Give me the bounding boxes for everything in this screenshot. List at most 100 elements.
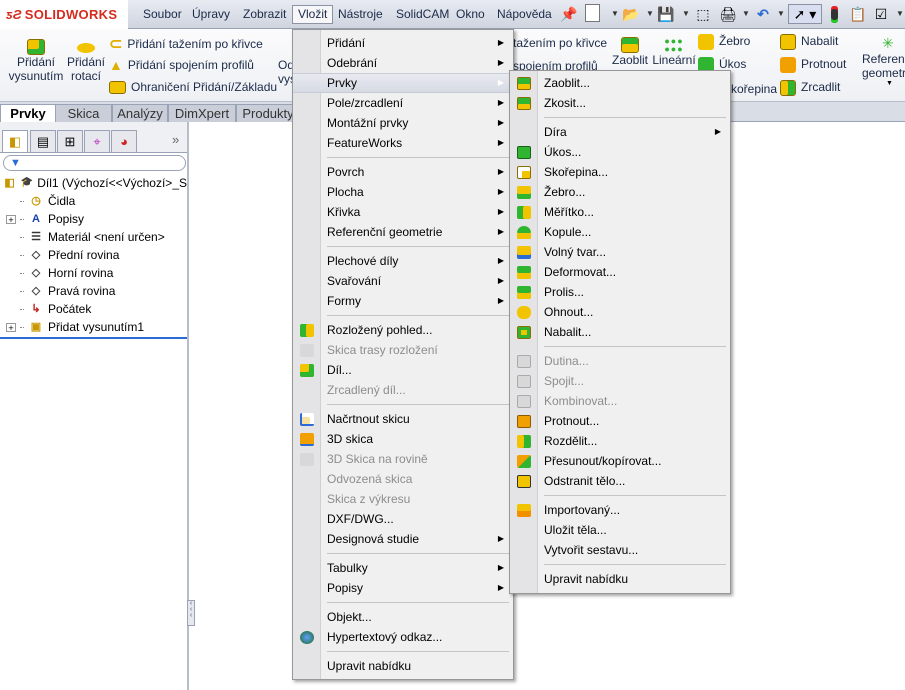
configuration-manager-icon[interactable]: ⊞: [57, 130, 83, 152]
tree-item[interactable]: ☰ Materiál <není určen>: [0, 228, 187, 246]
chevron-down-icon[interactable]: ▼: [611, 9, 619, 18]
sweep-boss-button[interactable]: ⊂ Přidání tažením po křivce: [109, 34, 263, 54]
3d-view-icon[interactable]: ⬚: [692, 4, 714, 24]
menu-item[interactable]: Designová studie ▶: [293, 529, 513, 549]
menu-nastroje[interactable]: Nástroje: [333, 5, 388, 24]
new-document-icon[interactable]: [585, 4, 600, 22]
save-icon[interactable]: 💾: [655, 4, 677, 24]
undo-icon[interactable]: ↶: [752, 4, 774, 24]
menu-item[interactable]: 3D skica: [293, 429, 513, 449]
menu-zobrazit[interactable]: Zobrazit: [238, 5, 291, 24]
menu-item[interactable]: Referenční geometrie ▶: [293, 222, 513, 242]
rebuild-icon[interactable]: [823, 4, 845, 24]
print-icon[interactable]: 🖨: [717, 4, 739, 24]
tree-item[interactable]: + A Popisy: [0, 210, 187, 228]
menu-item[interactable]: Úkos...: [510, 142, 730, 162]
menu-item[interactable]: Ohnout...: [510, 302, 730, 322]
boundary-boss-button[interactable]: Ohraničení Přidání/Základu: [109, 80, 277, 94]
menu-item[interactable]: Tabulky ▶: [293, 558, 513, 578]
menu-item[interactable]: Zkosit...: [510, 93, 730, 113]
menu-item[interactable]: Deformovat...: [510, 262, 730, 282]
menu-item[interactable]: Nabalit...: [510, 322, 730, 342]
solidworks-logo[interactable]: ƽƧ SOLIDWORKS: [0, 0, 128, 29]
tab-prvky[interactable]: Prvky: [0, 104, 56, 123]
tree-filter-input[interactable]: ▼: [3, 155, 186, 171]
chevron-down-icon[interactable]: ▼: [742, 9, 750, 18]
menu-item[interactable]: Objekt...: [293, 607, 513, 627]
menu-solidcam[interactable]: SolidCAM: [391, 5, 454, 24]
fillet-button[interactable]: Zaoblit: [608, 37, 652, 67]
menu-item[interactable]: Žebro...: [510, 182, 730, 202]
menu-item[interactable]: Přidání ▶: [293, 33, 513, 53]
menu-item[interactable]: Formy ▶: [293, 291, 513, 311]
menu-item[interactable]: Skořepina...: [510, 162, 730, 182]
menu-upravy[interactable]: Úpravy: [187, 5, 235, 24]
menu-item[interactable]: Zaoblit...: [510, 73, 730, 93]
tab-skica[interactable]: Skica: [55, 104, 112, 122]
menu-item[interactable]: Svařování ▶: [293, 271, 513, 291]
menu-item[interactable]: Upravit nabídku: [293, 656, 513, 676]
chevron-down-icon[interactable]: ▼: [646, 9, 654, 18]
menu-item[interactable]: FeatureWorks ▶: [293, 133, 513, 153]
menu-item[interactable]: Díra ▶: [510, 122, 730, 142]
pin-icon[interactable]: 📌: [558, 4, 580, 24]
menu-vlozit[interactable]: Vložit: [292, 5, 334, 24]
select-icon[interactable]: ➚ ▾: [788, 4, 822, 24]
menu-item[interactable]: Pole/zrcadlení ▶: [293, 93, 513, 113]
loft-boss-button[interactable]: ▲ Přidání spojením profilů: [109, 57, 254, 73]
chevron-down-icon[interactable]: ▼: [896, 9, 904, 18]
cut-sweep-button[interactable]: tažením po křivce: [513, 36, 607, 50]
chevron-down-icon[interactable]: ▼: [682, 9, 690, 18]
reference-geometry-button[interactable]: ✳ Referenční geometrie ▼: [862, 35, 905, 87]
menu-item[interactable]: Rozložený pohled...: [293, 320, 513, 340]
tree-item[interactable]: ◇ Horní rovina: [0, 264, 187, 282]
tree-item[interactable]: ◷ Čidla: [0, 192, 187, 210]
menu-item[interactable]: Protnout...: [510, 411, 730, 431]
menu-item[interactable]: Rozdělit...: [510, 431, 730, 451]
menu-item[interactable]: Plocha ▶: [293, 182, 513, 202]
menu-item[interactable]: Kopule...: [510, 222, 730, 242]
expand-icon[interactable]: +: [6, 214, 16, 224]
tab-analyzy[interactable]: Analýzy: [112, 104, 168, 122]
tab-produkty[interactable]: Produkty: [236, 104, 300, 122]
property-manager-icon[interactable]: ▤: [30, 130, 56, 152]
menu-item[interactable]: Hypertextový odkaz...: [293, 627, 513, 647]
menu-item[interactable]: Vytvořit sestavu...: [510, 540, 730, 560]
checklist-icon[interactable]: ☑: [870, 4, 892, 24]
menu-item[interactable]: Prvky ▶: [293, 73, 513, 93]
tab-dimxpert[interactable]: DimXpert: [168, 104, 236, 122]
tree-item[interactable]: ◇ Pravá rovina: [0, 282, 187, 300]
menu-item[interactable]: Přesunout/kopírovat...: [510, 451, 730, 471]
menu-item[interactable]: Povrch ▶: [293, 162, 513, 182]
open-icon[interactable]: 📂: [620, 4, 642, 24]
display-manager-icon[interactable]: ◕: [111, 130, 137, 152]
mirror-button[interactable]: Zrcadlit: [780, 80, 840, 96]
intersect-button[interactable]: Protnout: [780, 57, 846, 73]
options-icon[interactable]: 📋: [847, 4, 869, 24]
menu-item[interactable]: Importovaný...: [510, 500, 730, 520]
menu-item[interactable]: Uložit těla...: [510, 520, 730, 540]
menu-item[interactable]: DXF/DWG...: [293, 509, 513, 529]
rib-button[interactable]: Žebro: [698, 34, 750, 50]
menu-item[interactable]: Načrtnout skicu: [293, 409, 513, 429]
menu-okno[interactable]: Okno: [451, 5, 490, 24]
menu-item[interactable]: Prolis...: [510, 282, 730, 302]
rollback-bar[interactable]: [0, 337, 187, 339]
dimxpert-manager-icon[interactable]: ⌖: [84, 130, 110, 152]
menu-item[interactable]: Upravit nabídku: [510, 569, 730, 589]
chevron-down-icon[interactable]: ▼: [862, 80, 905, 87]
menu-item[interactable]: Montážní prvky ▶: [293, 113, 513, 133]
feature-manager-icon[interactable]: ◧: [2, 130, 28, 152]
menu-item[interactable]: Odebrání ▶: [293, 53, 513, 73]
linear-pattern-button[interactable]: ●●● ●●● Lineární: [652, 37, 696, 68]
menu-item[interactable]: Volný tvar...: [510, 242, 730, 262]
panel-collapse-handle[interactable]: ‹ ‹ ‹: [187, 600, 195, 626]
menu-item[interactable]: Plechové díly ▶: [293, 251, 513, 271]
menu-soubor[interactable]: Soubor: [138, 5, 187, 24]
menu-item[interactable]: Popisy ▶: [293, 578, 513, 598]
tree-item[interactable]: ◧ 🎓 Díl1 (Výchozí<<Výchozí>_S: [0, 174, 187, 192]
menu-item[interactable]: Odstranit tělo...: [510, 471, 730, 491]
tree-item[interactable]: ↳ Počátek: [0, 300, 187, 318]
revolve-boss-button[interactable]: Přidání rotací: [66, 39, 106, 83]
tree-item[interactable]: + ▣ Přidat vysunutím1: [0, 318, 187, 336]
